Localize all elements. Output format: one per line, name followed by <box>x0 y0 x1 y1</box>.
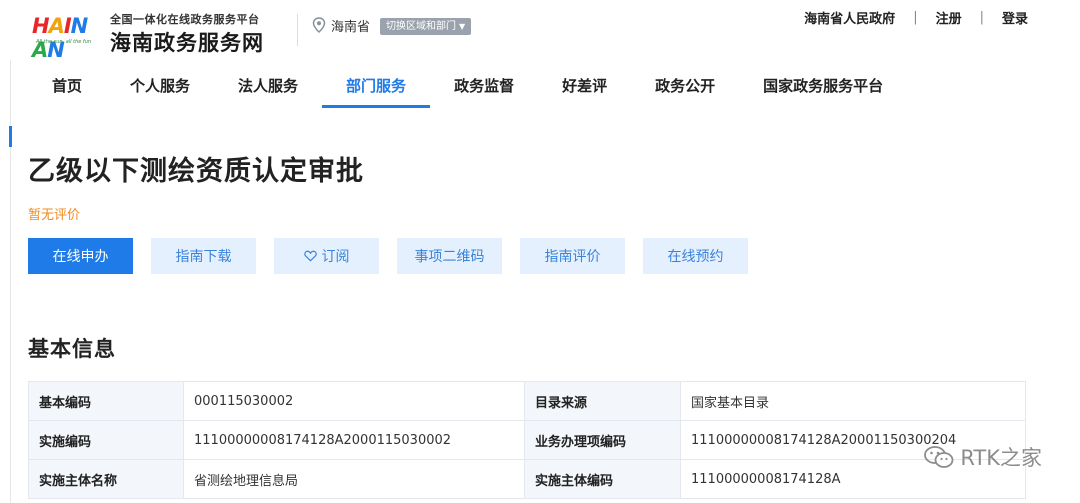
rating-status: 暂无评价 <box>28 208 81 223</box>
table-row: 基本编码 000115030002 目录来源 国家基本目录 <box>28 381 1026 421</box>
subscribe-label: 订阅 <box>321 249 350 265</box>
nav-home[interactable]: 首页 <box>28 70 106 108</box>
gov-link[interactable]: 海南省人民政府 <box>804 8 895 27</box>
main-nav: 首页 个人服务 法人服务 部门服务 政务监督 好差评 政务公开 国家政务服务平台 <box>28 70 907 108</box>
link-separator: | <box>913 10 918 25</box>
location-label: 海南省 <box>331 20 371 35</box>
nav-personal-services[interactable]: 个人服务 <box>106 70 214 108</box>
table-row: 实施主体名称 省测绘地理信息局 实施主体编码 11100000008174128… <box>28 459 1026 499</box>
logo-slogan: All the sun, all the fun <box>36 39 92 45</box>
login-link[interactable]: 登录 <box>1002 8 1028 27</box>
switch-region-button[interactable]: 切换区域和部门 ▼ <box>380 18 472 35</box>
book-online-button[interactable]: 在线预约 <box>643 238 748 274</box>
download-guide-button[interactable]: 指南下载 <box>151 238 256 274</box>
nav-evaluation[interactable]: 好差评 <box>538 70 631 108</box>
heart-icon <box>303 250 317 262</box>
nav-national-platform[interactable]: 国家政务服务平台 <box>739 70 907 108</box>
nav-legal-person-services[interactable]: 法人服务 <box>214 70 322 108</box>
nav-department-services[interactable]: 部门服务 <box>322 70 431 108</box>
table-key: 业务办理项编码 <box>524 420 681 460</box>
section-title-basic-info: 基本信息 <box>28 337 116 361</box>
nav-gov-affairs[interactable]: 政务公开 <box>631 70 739 108</box>
watermark: RTK之家 <box>924 442 1042 472</box>
wechat-icon <box>924 446 954 468</box>
site-logo[interactable]: HAINAN All the sun, all the fun <box>32 10 102 62</box>
table-value: 11100000008174128A2000115030002 <box>183 420 525 460</box>
page-title: 乙级以下测绘资质认定审批 <box>28 156 364 187</box>
table-key: 实施主体编码 <box>524 459 681 499</box>
qr-code-button[interactable]: 事项二维码 <box>397 238 502 274</box>
table-value: 000115030002 <box>183 381 525 421</box>
logo-wordmark: HAINAN <box>32 14 88 62</box>
watermark-text: RTK之家 <box>960 446 1042 470</box>
header-divider <box>297 14 298 46</box>
platform-subtitle: 全国一体化在线政务服务平台 <box>110 13 260 26</box>
site-title[interactable]: 海南政务服务网 <box>110 27 264 57</box>
left-accent-mark <box>9 126 12 147</box>
table-key: 目录来源 <box>524 381 681 421</box>
register-link[interactable]: 注册 <box>936 8 962 27</box>
apply-online-button[interactable]: 在线申办 <box>28 238 133 274</box>
top-links: 海南省人民政府 | 注册 | 登录 <box>804 8 1028 27</box>
basic-info-table: 基本编码 000115030002 目录来源 国家基本目录 实施编码 11100… <box>28 381 1026 499</box>
action-bar: 在线申办 指南下载 订阅 事项二维码 指南评价 在线预约 <box>28 238 766 274</box>
table-key: 实施主体名称 <box>28 459 184 499</box>
chevron-down-icon: ▼ <box>459 22 466 31</box>
table-value: 省测绘地理信息局 <box>183 459 525 499</box>
switch-region-label: 切换区域和部门 <box>386 21 456 32</box>
location-pin-icon <box>312 17 326 33</box>
rate-guide-button[interactable]: 指南评价 <box>520 238 625 274</box>
table-row: 实施编码 11100000008174128A2000115030002 业务办… <box>28 420 1026 460</box>
link-separator: | <box>979 10 984 25</box>
table-key: 实施编码 <box>28 420 184 460</box>
table-value: 国家基本目录 <box>680 381 1026 421</box>
table-key: 基本编码 <box>28 381 184 421</box>
subscribe-button[interactable]: 订阅 <box>274 238 379 274</box>
nav-supervision[interactable]: 政务监督 <box>430 70 538 108</box>
